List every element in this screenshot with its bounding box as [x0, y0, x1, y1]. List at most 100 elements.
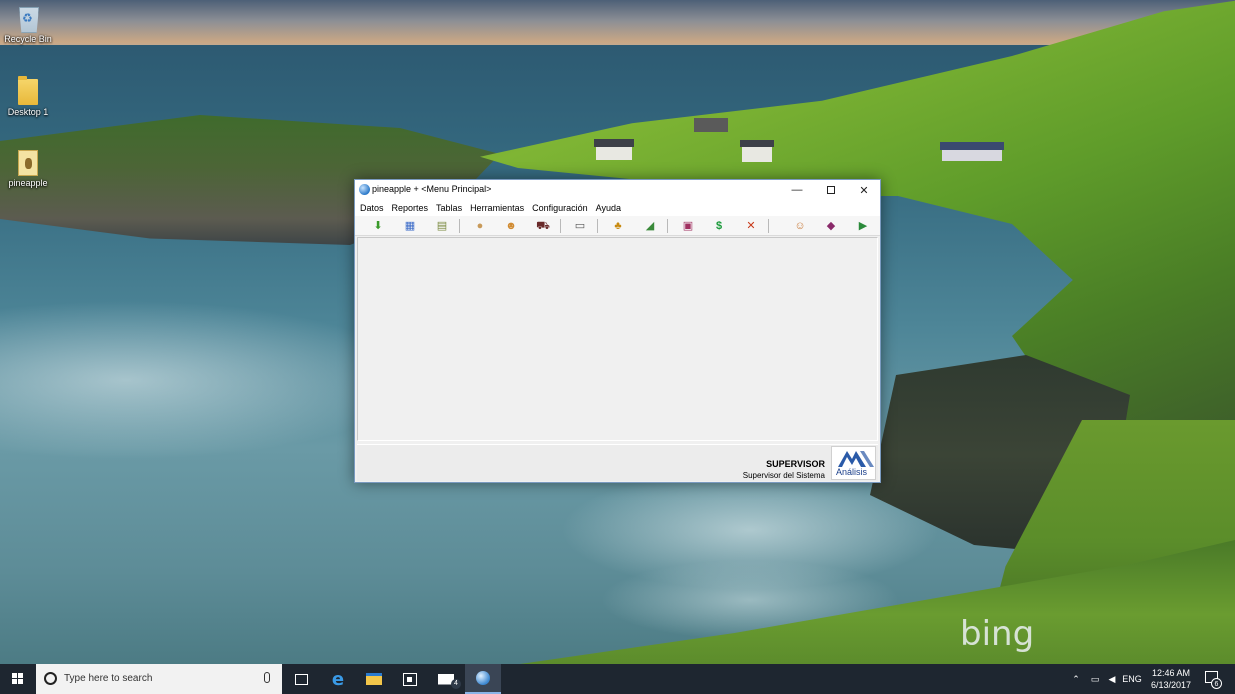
wallpaper-house [596, 146, 632, 160]
store-icon [403, 672, 417, 686]
menu-ayuda[interactable]: Ayuda [593, 200, 626, 216]
window-title: pineapple + <Menu Principal> [372, 184, 492, 194]
list-window-icon: ▭ [574, 220, 586, 232]
mdi-client-area [357, 237, 878, 441]
show-hidden-icons-button[interactable]: ⌃ [1068, 664, 1084, 694]
close-button[interactable]: ✕ [847, 180, 881, 200]
chart-up-icon: ◢ [645, 220, 655, 232]
task-view-icon [294, 673, 308, 685]
toolbar-separator [768, 219, 769, 233]
toolbar-button-tools[interactable]: ✕ [744, 219, 758, 233]
toolbar-button-pineapple[interactable]: ♣ [611, 219, 625, 233]
analisis-logo-mark-icon [838, 451, 874, 467]
mail-badge: 4 [451, 679, 461, 689]
toolbar: ⬇ ▦ ▤ ● ☻ ⛟ ▭ ♣ ◢ ▣ $ ✕ ☺ ◆ ▶ [355, 216, 880, 236]
clock-time: 12:46 AM [1151, 668, 1191, 678]
toolbar-button-tractor[interactable]: ⛟ [536, 219, 550, 233]
maximize-icon [827, 186, 835, 194]
analisis-logo-text: Análisis [836, 467, 868, 477]
taskbar: Type here to search e 4 ⌃ ▭ ◀ ENG 12:46 … [0, 664, 1235, 694]
toolbar-button-calculator[interactable]: ▣ [681, 219, 695, 233]
wallpaper-roof [940, 142, 1004, 150]
task-view-button[interactable] [283, 664, 319, 694]
taskbar-store[interactable] [392, 664, 428, 694]
toolbar-button-chart-up[interactable]: ◢ [643, 219, 657, 233]
dollar-icon: $ [715, 220, 723, 232]
minimize-button[interactable]: — [780, 180, 814, 200]
taskbar-edge[interactable]: e [320, 664, 356, 694]
minimize-icon: — [791, 184, 803, 196]
menu-herramientas[interactable]: Herramientas [467, 200, 529, 216]
toolbar-button-money-bag[interactable]: ● [473, 219, 487, 233]
desktop-icon-pineapple[interactable]: pineapple [0, 150, 56, 188]
calendar-grid-icon: ▦ [404, 220, 416, 232]
windows-logo-icon [12, 673, 24, 685]
taskbar-file-explorer[interactable] [356, 664, 392, 694]
file-explorer-icon [366, 673, 382, 685]
pineapple-file-icon [18, 150, 38, 176]
edge-browser-icon: e [331, 668, 345, 690]
person-icon: ☻ [505, 220, 517, 232]
book-icon: ◆ [826, 220, 836, 232]
desktop-icon-label: Desktop 1 [7, 107, 49, 117]
calculator-icon: ▣ [682, 220, 694, 232]
exit-door-icon: ▶ [858, 220, 868, 232]
toolbar-button-person[interactable]: ☻ [504, 219, 518, 233]
document-icon: ▤ [436, 220, 448, 232]
wallpaper-house [694, 118, 728, 132]
wallpaper-roof [740, 140, 774, 147]
wallpaper-house [942, 149, 1002, 161]
toolbar-button-calendar-grid[interactable]: ▦ [403, 219, 417, 233]
desktop-icon-recycle-bin[interactable]: Recycle Bin [0, 4, 56, 44]
network-tray-button[interactable]: ▭ [1087, 664, 1103, 694]
folder-icon [18, 76, 38, 105]
maximize-button[interactable] [814, 180, 848, 200]
toolbar-separator [459, 219, 460, 233]
toolbar-button-document[interactable]: ▤ [435, 219, 449, 233]
toolbar-button-dollar[interactable]: $ [712, 219, 726, 233]
taskbar-pineapple-app[interactable] [465, 664, 501, 694]
taskbar-clock[interactable]: 12:46 AM 6/13/2017 [1140, 667, 1202, 691]
current-user-role: Supervisor del Sistema [742, 471, 825, 480]
desktop-icon-desktop-1[interactable]: Desktop 1 [0, 76, 56, 117]
toolbar-button-exit-door[interactable]: ▶ [856, 219, 870, 233]
volume-icon: ◀ [1108, 673, 1116, 684]
network-icon: ▭ [1090, 673, 1100, 684]
toolbar-button-book[interactable]: ◆ [824, 219, 838, 233]
close-icon: ✕ [859, 184, 869, 197]
current-user-name: SUPERVISOR [766, 459, 825, 469]
cortana-icon [44, 672, 57, 685]
language-text: ENG [1122, 674, 1142, 684]
clock-date: 6/13/2017 [1150, 680, 1192, 690]
app-globe-icon[interactable] [359, 184, 370, 195]
pineapple-main-window: pineapple + <Menu Principal> — ✕ Datos R… [354, 179, 881, 483]
wallpaper-roof [594, 139, 634, 147]
desktop-icon-label: Recycle Bin [4, 34, 52, 44]
notification-count-badge: 6 [1211, 678, 1222, 689]
money-bag-icon: ● [476, 220, 484, 232]
desktop-icon-label: pineapple [8, 178, 48, 188]
start-button[interactable] [0, 664, 36, 694]
tractor-icon: ⛟ [536, 220, 550, 232]
wallpaper-house [742, 146, 772, 162]
menu-datos[interactable]: Datos [357, 200, 389, 216]
taskbar-search-box[interactable]: Type here to search [36, 664, 282, 694]
toolbar-separator [597, 219, 598, 233]
pineapple-app-icon [476, 671, 490, 685]
user-card-icon: ☺ [794, 220, 806, 232]
toolbar-button-green-arrow-down[interactable]: ⬇ [371, 219, 385, 233]
toolbar-button-list-window[interactable]: ▭ [573, 219, 587, 233]
chevron-up-icon: ⌃ [1072, 673, 1080, 684]
microphone-icon[interactable] [264, 672, 270, 683]
toolbar-separator [667, 219, 668, 233]
menu-configuracion[interactable]: Configuración [529, 200, 593, 216]
toolbar-separator [560, 219, 561, 233]
menu-bar: Datos Reportes Tablas Herramientas Confi… [355, 200, 880, 216]
toolbar-button-user-card[interactable]: ☺ [793, 219, 807, 233]
status-bar: SUPERVISOR Supervisor del Sistema Anális… [357, 444, 878, 481]
title-bar[interactable]: pineapple + <Menu Principal> — ✕ [355, 180, 880, 200]
analisis-logo: Análisis [831, 446, 876, 480]
volume-tray-button[interactable]: ◀ [1104, 664, 1120, 694]
menu-reportes[interactable]: Reportes [389, 200, 434, 216]
menu-tablas[interactable]: Tablas [433, 200, 467, 216]
